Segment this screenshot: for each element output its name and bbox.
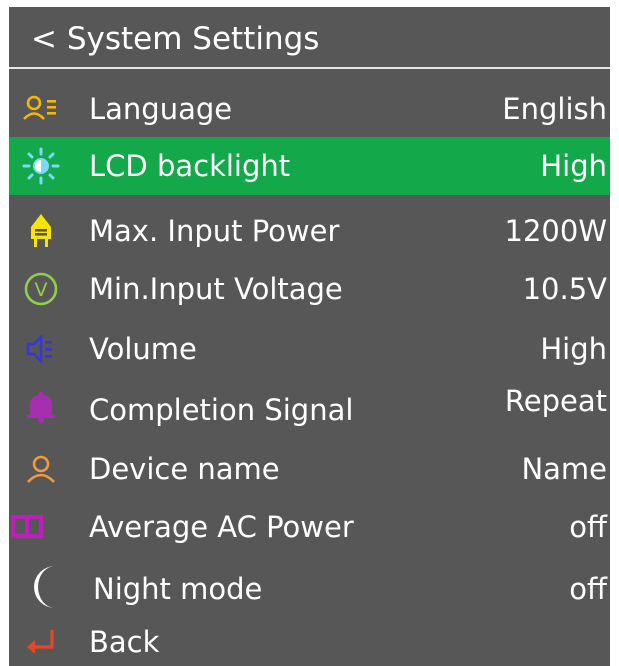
setting-value: off xyxy=(569,510,607,544)
svg-text:V: V xyxy=(35,279,48,301)
speaker-icon xyxy=(21,329,61,369)
setting-label: Language xyxy=(89,92,233,126)
user-icon xyxy=(21,449,61,489)
display-icon xyxy=(9,507,47,547)
sun-icon xyxy=(21,146,61,186)
bell-icon xyxy=(21,386,61,426)
setting-label: Max. Input Power xyxy=(89,214,340,248)
setting-row-device-name[interactable]: Device name Name xyxy=(9,440,610,498)
setting-label: Completion Signal xyxy=(89,393,354,427)
system-settings-screen: < System Settings Language English LCD b… xyxy=(9,7,610,666)
setting-label: Night mode xyxy=(93,572,263,606)
voltage-icon: V xyxy=(21,269,61,309)
plug-icon xyxy=(21,211,61,251)
setting-value: Name xyxy=(521,452,607,486)
return-arrow-icon xyxy=(21,622,61,662)
setting-row-volume[interactable]: Volume High xyxy=(9,320,610,378)
moon-icon xyxy=(25,563,73,611)
setting-label: Device name xyxy=(89,452,280,486)
setting-row-back[interactable]: Back xyxy=(9,613,610,666)
setting-row-language[interactable]: Language English xyxy=(9,80,610,138)
setting-value: 10.5V xyxy=(522,272,607,306)
setting-row-night-mode[interactable]: Night mode off xyxy=(9,556,610,614)
person-list-icon xyxy=(21,89,61,129)
header-bar: < System Settings xyxy=(9,7,610,69)
setting-value: Repeat xyxy=(504,384,607,418)
setting-label: Average AC Power xyxy=(89,510,354,544)
setting-row-min-input-voltage[interactable]: V Min.Input Voltage 10.5V xyxy=(9,260,610,318)
setting-label: Min.Input Voltage xyxy=(89,272,343,306)
setting-row-completion-signal[interactable]: Completion Signal Repeat xyxy=(9,377,610,435)
setting-label: LCD backlight xyxy=(89,149,291,183)
back-to-system-settings-title[interactable]: < System Settings xyxy=(31,19,319,59)
setting-value: High xyxy=(540,149,607,183)
setting-value: English xyxy=(502,92,607,126)
setting-row-max-input-power[interactable]: Max. Input Power 1200W xyxy=(9,202,610,260)
setting-value: High xyxy=(540,332,607,366)
setting-row-lcd-backlight[interactable]: LCD backlight High xyxy=(9,137,610,195)
setting-label: Volume xyxy=(89,332,197,366)
back-label: Back xyxy=(89,625,160,659)
setting-value: off xyxy=(569,572,607,606)
setting-row-average-ac-power[interactable]: Average AC Power off xyxy=(9,498,610,556)
setting-value: 1200W xyxy=(504,214,607,248)
